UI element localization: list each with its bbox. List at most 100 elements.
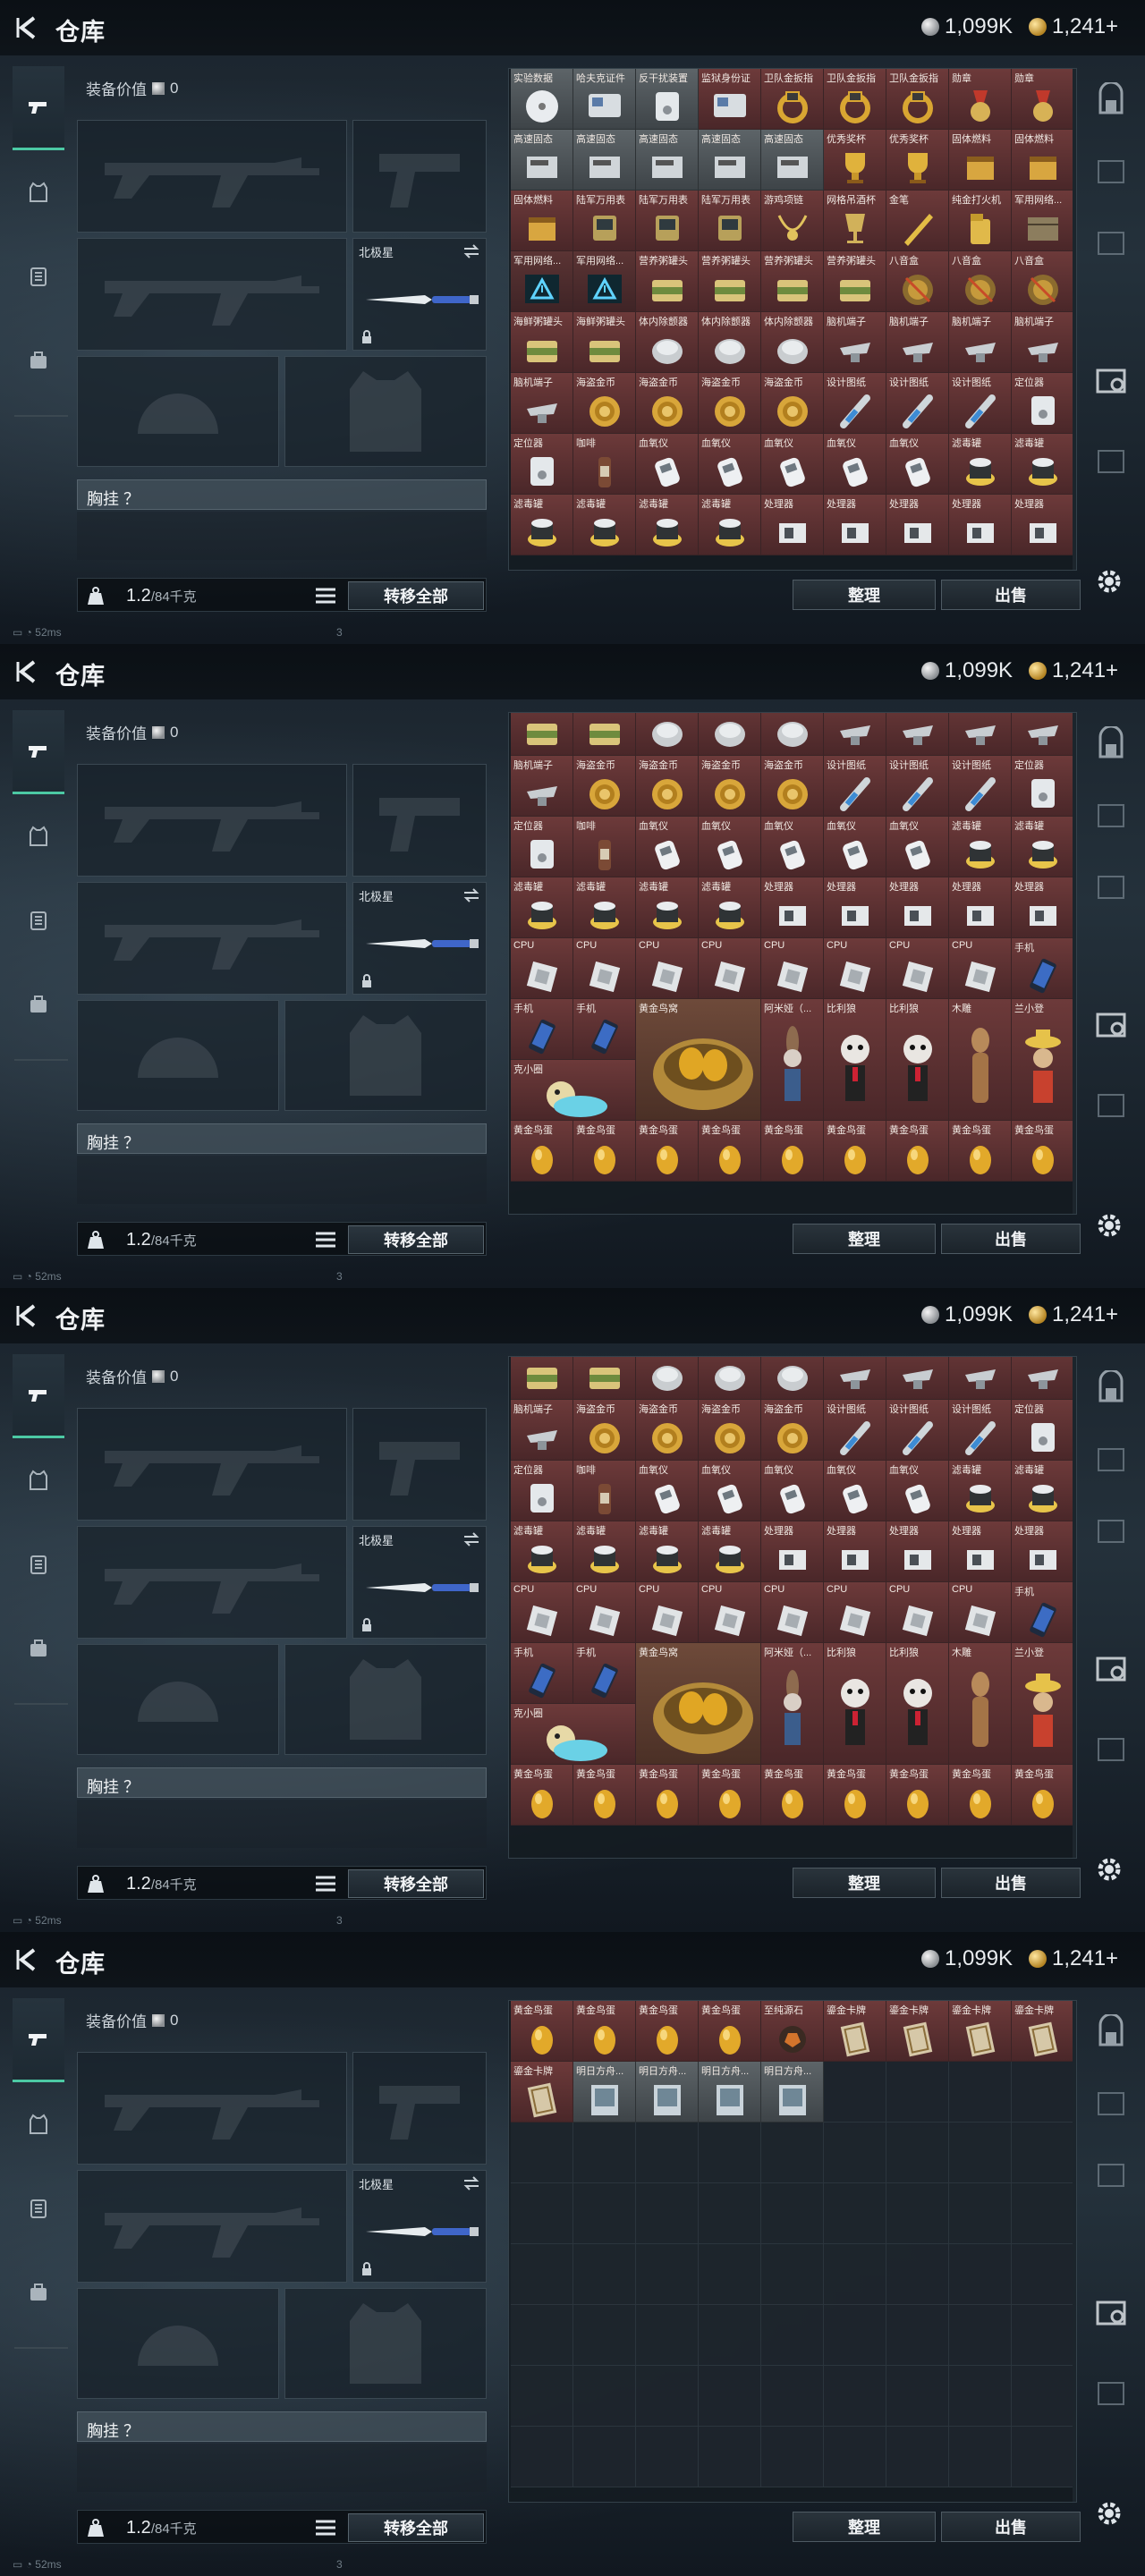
- item-cell[interactable]: [761, 1357, 824, 1400]
- tab-backpack[interactable]: [13, 962, 64, 1046]
- item-cell[interactable]: 黄金鸟蛋: [636, 2001, 699, 2062]
- transfer-all-button[interactable]: 转移全部: [348, 1225, 484, 1254]
- item-cell[interactable]: CPU: [699, 1581, 761, 1643]
- item-cell[interactable]: 海鲜粥罐头: [573, 312, 636, 373]
- tab-armor[interactable]: [13, 794, 64, 878]
- item-cell[interactable]: 黄金鸟蛋: [824, 1764, 886, 1826]
- item-cell[interactable]: 固体燃料: [511, 191, 573, 251]
- item-cell[interactable]: 高速固态: [511, 130, 573, 191]
- gear-icon[interactable]: [1093, 2497, 1125, 2529]
- item-cell[interactable]: 木雕: [949, 998, 1012, 1121]
- item-cell[interactable]: 海盗金币: [699, 373, 761, 434]
- item-cell[interactable]: 脑机端子: [886, 312, 949, 373]
- item-cell[interactable]: 营养粥罐头: [636, 251, 699, 312]
- pistol-slot[interactable]: [352, 764, 487, 877]
- item-cell[interactable]: CPU: [761, 937, 824, 999]
- secondary-weapon-slot[interactable]: [77, 1526, 347, 1639]
- helmet-slot[interactable]: [77, 1000, 279, 1111]
- warehouse-grid[interactable]: 脑机端子 海盗金币 海盗金币 海盗金币 海盗金币 设计图纸 设计图纸 设计图纸 定位器 定位器 咖啡…: [508, 712, 1077, 1215]
- item-cell[interactable]: 血氧仪: [824, 816, 886, 877]
- item-cell[interactable]: 海盗金币: [761, 1399, 824, 1461]
- item-cell[interactable]: 至纯源石: [761, 2001, 824, 2062]
- item-cell[interactable]: 设计图纸: [949, 755, 1012, 817]
- item-cell[interactable]: 营养粥罐头: [824, 251, 886, 312]
- item-cell[interactable]: 设计图纸: [886, 1399, 949, 1461]
- item-cell[interactable]: [824, 713, 886, 756]
- item-cell[interactable]: 血氧仪: [761, 434, 824, 495]
- item-cell[interactable]: CPU: [573, 937, 636, 999]
- gold-currency[interactable]: 1,241+: [1029, 1302, 1118, 1327]
- item-cell[interactable]: 勋章: [949, 69, 1012, 130]
- item-cell[interactable]: 监狱身份证: [699, 69, 761, 130]
- item-cell[interactable]: 处理器: [824, 877, 886, 938]
- warehouse-tab-1[interactable]: [1093, 1368, 1129, 1406]
- item-cell[interactable]: 血氧仪: [636, 1460, 699, 1521]
- tab-backpack[interactable]: [13, 1606, 64, 1690]
- item-cell[interactable]: 滤毒罐: [636, 495, 699, 555]
- item-cell[interactable]: 军用网络...: [573, 251, 636, 312]
- item-cell[interactable]: CPU: [949, 937, 1012, 999]
- item-cell[interactable]: 滤毒罐: [949, 816, 1012, 877]
- item-cell[interactable]: 鎏金卡牌: [824, 2001, 886, 2062]
- chest-rig-slot[interactable]: 胸挂 ？: [77, 479, 487, 510]
- item-cell[interactable]: 明日方舟...: [699, 2062, 761, 2123]
- item-cell[interactable]: 血氧仪: [886, 1460, 949, 1521]
- silver-currency[interactable]: 1,099K: [921, 1946, 1013, 1971]
- item-cell[interactable]: 黄金鸟蛋: [636, 1764, 699, 1826]
- warehouse-tab-2[interactable]: [1093, 154, 1129, 190]
- grid-scrollbar[interactable]: [1073, 69, 1076, 570]
- body-armor-slot[interactable]: [284, 2288, 487, 2399]
- tab-armor[interactable]: [13, 1438, 64, 1522]
- item-cell[interactable]: 勋章: [1012, 69, 1074, 130]
- swap-icon[interactable]: [462, 244, 480, 258]
- item-cell[interactable]: [511, 713, 573, 756]
- item-cell[interactable]: 咖啡: [573, 816, 636, 877]
- item-cell[interactable]: CPU: [949, 1581, 1012, 1643]
- pistol-slot[interactable]: [352, 120, 487, 233]
- item-cell[interactable]: 处理器: [824, 495, 886, 555]
- item-cell[interactable]: 比利狼: [824, 1642, 886, 1765]
- tab-backpack[interactable]: [13, 2250, 64, 2334]
- warehouse-tab-4[interactable]: [1093, 1007, 1129, 1043]
- item-cell[interactable]: 滤毒罐: [699, 877, 761, 938]
- item-cell[interactable]: 比利狼: [824, 998, 886, 1121]
- helmet-slot[interactable]: [77, 1644, 279, 1755]
- sort-button[interactable]: 整理: [793, 1868, 936, 1898]
- item-cell[interactable]: 体内除颤器: [699, 312, 761, 373]
- item-cell[interactable]: 脑机端子: [949, 312, 1012, 373]
- item-cell[interactable]: 处理器: [824, 1521, 886, 1582]
- item-cell[interactable]: 手机: [1012, 937, 1074, 999]
- chest-rig-slot[interactable]: 胸挂 ？: [77, 2411, 487, 2442]
- item-cell[interactable]: 血氧仪: [699, 816, 761, 877]
- secondary-weapon-slot[interactable]: [77, 2170, 347, 2283]
- item-cell[interactable]: 设计图纸: [949, 373, 1012, 434]
- item-cell[interactable]: 处理器: [1012, 877, 1074, 938]
- item-cell[interactable]: 滤毒罐: [573, 1521, 636, 1582]
- item-cell[interactable]: 黄金鸟蛋: [886, 1764, 949, 1826]
- gold-currency[interactable]: 1,241+: [1029, 1946, 1118, 1971]
- item-cell[interactable]: 卫队金扳指: [824, 69, 886, 130]
- body-armor-slot[interactable]: [284, 356, 487, 467]
- helmet-slot[interactable]: [77, 356, 279, 467]
- tab-weapons[interactable]: [13, 66, 64, 150]
- sell-button[interactable]: 出售: [941, 1224, 1081, 1254]
- item-cell[interactable]: 木雕: [949, 1642, 1012, 1765]
- item-cell[interactable]: 陆军万用表: [636, 191, 699, 251]
- item-cell[interactable]: 体内除颤器: [761, 312, 824, 373]
- primary-weapon-slot[interactable]: [77, 120, 347, 233]
- item-cell[interactable]: 滤毒罐: [511, 877, 573, 938]
- tab-weapons[interactable]: [13, 710, 64, 794]
- chest-rig-slot[interactable]: 胸挂 ？: [77, 1123, 487, 1154]
- item-cell[interactable]: 处理器: [1012, 1521, 1074, 1582]
- item-cell[interactable]: 设计图纸: [886, 373, 949, 434]
- item-cell[interactable]: CPU: [636, 937, 699, 999]
- item-cell[interactable]: 滤毒罐: [699, 1521, 761, 1582]
- item-cell[interactable]: 处理器: [1012, 495, 1074, 555]
- tab-rig[interactable]: [13, 2166, 64, 2250]
- item-cell[interactable]: 黄金鸟蛋: [636, 1120, 699, 1182]
- item-cell[interactable]: 海盗金币: [699, 1399, 761, 1461]
- item-cell[interactable]: 海盗金币: [636, 373, 699, 434]
- warehouse-tab-5[interactable]: [1093, 1088, 1129, 1123]
- item-cell[interactable]: 海盗金币: [573, 1399, 636, 1461]
- transfer-all-button[interactable]: 转移全部: [348, 2513, 484, 2542]
